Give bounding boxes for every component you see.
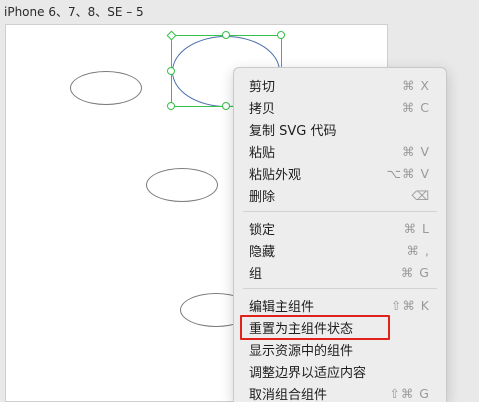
menu-item-label: 拷贝 [249,101,276,117]
menu-item-hide[interactable]: 隐藏 ⌘ , [234,239,446,261]
rotation-handle[interactable] [166,30,176,40]
menu-item-shortcut: ⌘ L [403,220,430,236]
menu-item-ungroup-component[interactable]: 取消组合组件 ⇧⌘ G [234,382,446,402]
menu-item-shortcut: ⌥⌘ V [386,165,430,181]
menu-item-fit-bounds-to-content[interactable]: 调整边界以适应内容 [234,360,446,382]
menu-item-shortcut: ⌘ , [406,242,430,258]
menu-item-shortcut: ⌘ X [401,77,430,93]
menu-separator [243,211,437,212]
menu-item-label: 粘贴外观 [249,167,302,183]
context-menu: 剪切 ⌘ X 拷贝 ⌘ C 复制 SVG 代码 粘贴 ⌘ V 粘贴外观 ⌥⌘ V… [233,67,447,402]
menu-item-shortcut: ⇧⌘ G [389,385,430,401]
menu-item-label: 删除 [249,189,276,205]
menu-item-shortcut: ⌘ C [401,99,430,115]
menu-item-cut[interactable]: 剪切 ⌘ X [234,74,446,96]
menu-item-show-component-in-assets[interactable]: 显示资源中的组件 [234,338,446,360]
resize-handle-left[interactable] [167,67,175,75]
menu-item-label: 复制 SVG 代码 [249,123,337,139]
resize-handle-top[interactable] [222,31,230,39]
menu-item-shortcut: ⌘ G [400,264,430,280]
menu-item-label: 显示资源中的组件 [249,343,354,359]
artboard-title[interactable]: iPhone 6、7、8、SE – 5 [4,3,144,20]
menu-item-shortcut: ⌘ V [401,143,430,159]
delete-key-icon: ⌫ [411,187,430,203]
menu-item-delete[interactable]: 删除 ⌫ [234,184,446,206]
annotation-highlight-box [240,315,390,340]
menu-item-edit-main-component[interactable]: 编辑主组件 ⇧⌘ K [234,294,446,316]
menu-item-label: 隐藏 [249,244,276,260]
ellipse-shape-1[interactable] [70,71,142,105]
menu-item-label: 剪切 [249,79,276,95]
menu-item-label: 调整边界以适应内容 [249,365,367,381]
menu-item-paste-appearance[interactable]: 粘贴外观 ⌥⌘ V [234,162,446,184]
menu-separator [243,288,437,289]
menu-item-shortcut: ⇧⌘ K [390,297,430,313]
menu-item-label: 编辑主组件 [249,299,315,315]
menu-item-copy-svg-code[interactable]: 复制 SVG 代码 [234,118,446,140]
menu-item-copy[interactable]: 拷贝 ⌘ C [234,96,446,118]
menu-item-lock[interactable]: 锁定 ⌘ L [234,217,446,239]
menu-item-group[interactable]: 组 ⌘ G [234,261,446,283]
menu-item-label: 粘贴 [249,145,276,161]
resize-handle-bottom-left[interactable] [167,102,175,110]
ellipse-shape-2[interactable] [146,168,218,202]
resize-handle-top-right[interactable] [277,31,285,39]
resize-handle-bottom[interactable] [222,102,230,110]
menu-item-label: 组 [249,266,263,282]
menu-item-label: 锁定 [249,222,276,238]
menu-item-paste[interactable]: 粘贴 ⌘ V [234,140,446,162]
menu-item-label: 取消组合组件 [249,387,328,402]
